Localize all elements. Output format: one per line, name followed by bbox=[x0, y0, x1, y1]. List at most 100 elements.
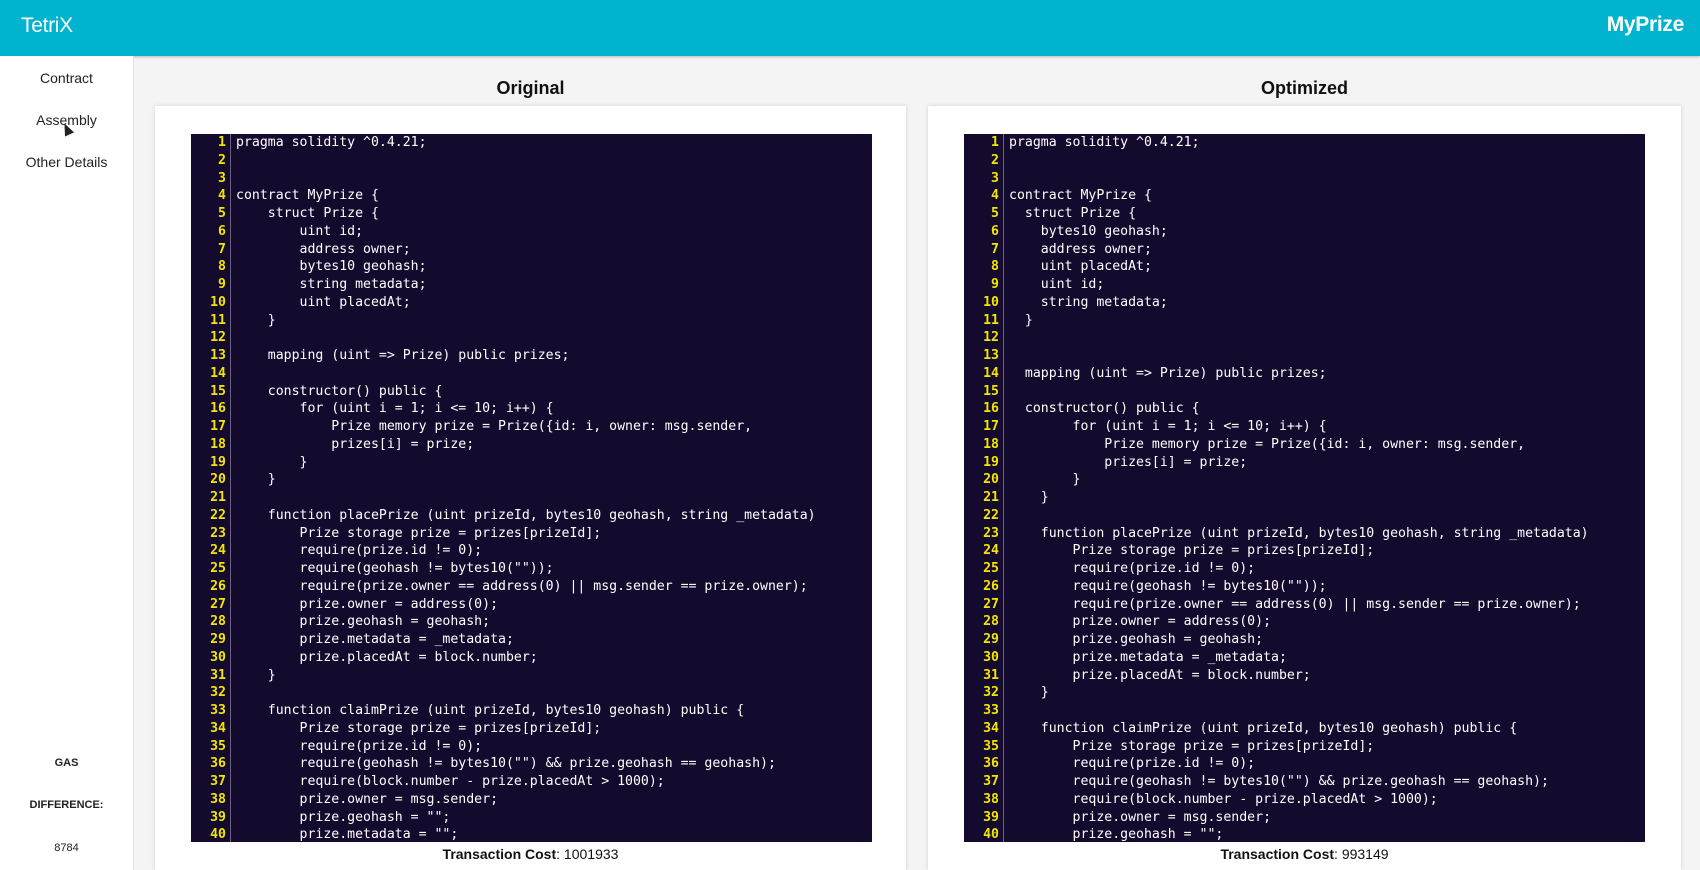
line-number: 24 bbox=[191, 542, 231, 560]
code-line: 33 function claimPrize (uint prizeId, by… bbox=[191, 702, 872, 720]
line-number: 27 bbox=[191, 595, 231, 614]
code-line: 30 prize.metadata = _metadata; bbox=[964, 648, 1645, 667]
code-text: prize.metadata = ""; bbox=[236, 827, 459, 842]
sidebar-item-other-details[interactable]: Other Details bbox=[0, 154, 133, 170]
code-text: } bbox=[1009, 472, 1081, 488]
line-number: 3 bbox=[191, 169, 231, 188]
code-line: 31 } bbox=[191, 666, 872, 685]
code-text: function claimPrize (uint prizeId, bytes… bbox=[1009, 720, 1518, 736]
line-number: 18 bbox=[964, 435, 1004, 454]
line-number: 33 bbox=[964, 702, 1004, 720]
code-line: 3 bbox=[191, 169, 872, 188]
line-number: 11 bbox=[964, 311, 1004, 330]
panel-title-optimized: Optimized bbox=[1260, 78, 1348, 98]
code-text: require(geohash != bytes10("")); bbox=[1009, 578, 1327, 594]
code-line: 8 bytes10 geohash; bbox=[191, 258, 872, 276]
code-text: require(prize.id != 0); bbox=[1009, 561, 1256, 576]
code-line: 2 bbox=[191, 151, 872, 170]
line-number: 2 bbox=[191, 151, 231, 170]
line-number: 1 bbox=[191, 134, 231, 152]
code-line: 1 pragma solidity ^0.4.21; bbox=[964, 134, 1645, 152]
gas-label: GAS bbox=[54, 757, 79, 769]
line-number: 29 bbox=[191, 631, 231, 649]
line-number: 6 bbox=[191, 222, 231, 241]
code-text: address owner; bbox=[236, 241, 411, 257]
line-number: 17 bbox=[191, 418, 231, 436]
code-line: 22 function placePrize (uint prizeId, by… bbox=[191, 506, 872, 525]
code-line: 26 require(geohash != bytes10("")); bbox=[964, 577, 1645, 596]
code-text: uint id; bbox=[1009, 277, 1105, 292]
code-line: 17 Prize memory prize = Prize({id: i, ow… bbox=[191, 418, 872, 436]
line-number: 30 bbox=[191, 648, 231, 667]
gas-difference-label: DIFFERENCE: bbox=[29, 799, 104, 811]
code-line: 29 prize.geohash = geohash; bbox=[964, 631, 1645, 649]
code-text: Prize storage prize = prizes[prizeId]; bbox=[236, 720, 602, 736]
line-number: 7 bbox=[964, 240, 1004, 259]
line-number: 28 bbox=[964, 613, 1004, 631]
code-line: 11 } bbox=[964, 311, 1645, 330]
code-line: 24 require(prize.id != 0); bbox=[191, 542, 872, 560]
line-number: 34 bbox=[191, 719, 231, 738]
brand-logo[interactable]: TetriX bbox=[21, 14, 73, 38]
line-number: 9 bbox=[191, 276, 231, 294]
code-line: 16 for (uint i = 1; i <= 10; i++) { bbox=[191, 400, 872, 418]
line-number: 32 bbox=[191, 684, 231, 702]
transaction-cost-label: Transaction Cost bbox=[442, 846, 557, 862]
line-number: 29 bbox=[964, 631, 1004, 649]
code-text: for (uint i = 1; i <= 10; i++) { bbox=[1009, 419, 1327, 434]
code-text: } bbox=[1009, 490, 1049, 505]
top-header: TetriX MyPrize bbox=[0, 0, 1700, 56]
code-text: struct Prize { bbox=[236, 206, 379, 221]
code-editor-optimized[interactable]: 1 pragma solidity ^0.4.21; 2 3 4 contract MyP… bbox=[964, 134, 1645, 842]
line-number: 14 bbox=[191, 364, 231, 383]
line-number: 18 bbox=[191, 435, 231, 454]
line-number: 22 bbox=[191, 506, 231, 525]
code-text: prize.geohash = ""; bbox=[236, 809, 451, 825]
line-number: 39 bbox=[964, 808, 1004, 827]
code-text: contract MyPrize { bbox=[236, 188, 379, 204]
code-text: prizes[i] = prize; bbox=[236, 436, 475, 452]
code-text: prize.placedAt = block.number; bbox=[236, 649, 538, 665]
code-text: constructor() public { bbox=[1009, 401, 1200, 417]
code-line: 28 prize.owner = address(0); bbox=[964, 613, 1645, 631]
code-line: 6 bytes10 geohash; bbox=[964, 222, 1645, 241]
line-number: 38 bbox=[191, 790, 231, 809]
line-number: 9 bbox=[964, 276, 1004, 294]
code-line: 19 } bbox=[191, 453, 872, 472]
code-text: prize.geohash = geohash; bbox=[236, 614, 491, 630]
code-text: prize.owner = msg.sender; bbox=[236, 791, 499, 807]
code-line: 34 Prize storage prize = prizes[prizeId]… bbox=[191, 719, 872, 738]
code-text: require(prize.owner == address(0) || msg… bbox=[236, 578, 808, 594]
line-number: 27 bbox=[964, 595, 1004, 614]
line-number: 3 bbox=[964, 169, 1004, 188]
code-text: struct Prize { bbox=[1009, 206, 1137, 221]
code-line: 14 mapping (uint => Prize) public prizes… bbox=[964, 364, 1645, 383]
code-line: 19 prizes[i] = prize; bbox=[964, 453, 1645, 472]
line-number: 8 bbox=[191, 258, 231, 276]
sidebar-item-contract[interactable]: Contract bbox=[0, 70, 133, 86]
transaction-cost-original: Transaction Cost: 1001933 bbox=[442, 846, 619, 862]
code-editor-original[interactable]: 1 pragma solidity ^0.4.21; 2 3 4 contract MyP… bbox=[191, 134, 872, 842]
code-text: prize.placedAt = block.number; bbox=[1009, 667, 1311, 683]
code-line: 27 require(prize.owner == address(0) || … bbox=[964, 595, 1645, 614]
line-number: 33 bbox=[191, 702, 231, 720]
code-line: 18 Prize memory prize = Prize({id: i, ow… bbox=[964, 435, 1645, 454]
code-text: function claimPrize (uint prizeId, bytes… bbox=[236, 703, 745, 718]
line-number: 10 bbox=[191, 293, 231, 312]
line-number: 6 bbox=[964, 222, 1004, 241]
code-text: bytes10 geohash; bbox=[236, 259, 427, 275]
code-line: 31 prize.placedAt = block.number; bbox=[964, 666, 1645, 685]
line-number: 40 bbox=[191, 826, 231, 842]
line-number: 1 bbox=[964, 134, 1004, 152]
code-text: prize.owner = msg.sender; bbox=[1009, 809, 1272, 825]
line-number: 26 bbox=[191, 577, 231, 596]
line-number: 37 bbox=[191, 773, 231, 791]
code-text: pragma solidity ^0.4.21; bbox=[1009, 135, 1200, 150]
code-line: 13 mapping (uint => Prize) public prizes… bbox=[191, 347, 872, 365]
transaction-cost-value: 993149 bbox=[1341, 846, 1389, 862]
code-line: 36 require(prize.id != 0); bbox=[964, 755, 1645, 773]
code-line: 32 bbox=[191, 684, 872, 702]
line-number: 25 bbox=[191, 560, 231, 578]
